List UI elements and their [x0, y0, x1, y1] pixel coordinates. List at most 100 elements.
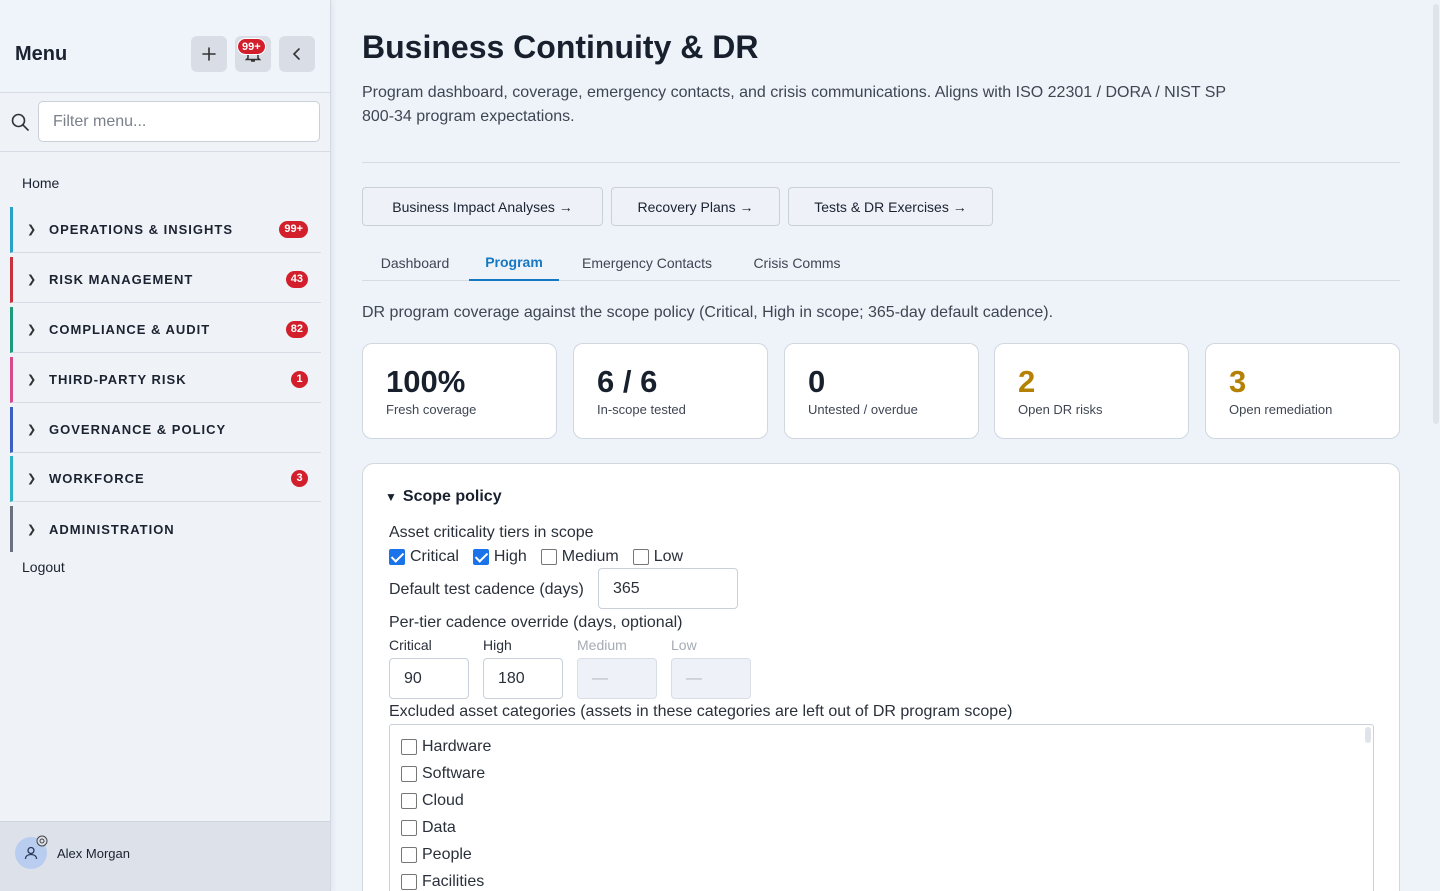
- checkbox-label: Hardware: [422, 738, 492, 755]
- kpi-card-untested-overdue: 0 Untested / overdue: [784, 343, 979, 439]
- notification-badge: 99+: [237, 38, 266, 55]
- coverage-description: DR program coverage against the scope po…: [362, 304, 1054, 321]
- tab-crisis-comms[interactable]: Crisis Comms: [732, 244, 862, 281]
- scope-policy-panel: ▼ Scope policy Asset criticality tiers in…: [362, 463, 1400, 891]
- checkbox-label: High: [493, 548, 527, 565]
- tier-low[interactable]: Low: [632, 548, 684, 566]
- filter-menu-input[interactable]: [38, 101, 320, 142]
- category-software[interactable]: Software: [401, 765, 485, 783]
- chevron-right-icon: ❯: [27, 374, 37, 386]
- count-badge: 1: [291, 371, 308, 388]
- nav-logout[interactable]: Logout: [22, 559, 65, 575]
- triangle-down-icon: ▼: [385, 490, 397, 504]
- checkbox-label: People: [422, 846, 472, 863]
- chevron-right-icon: ❯: [27, 424, 37, 436]
- checkbox-unchecked[interactable]: [401, 739, 417, 755]
- nav-group-third-party-risk[interactable]: ❯ THIRD-PARTY RISK 1: [10, 357, 321, 403]
- category-data[interactable]: Data: [401, 819, 456, 837]
- tests-dr-exercises-button[interactable]: Tests & DR Exercises →: [788, 187, 993, 226]
- checkbox-unchecked[interactable]: [401, 874, 417, 890]
- kpi-card-open-remediation: 3 Open remediation: [1205, 343, 1400, 439]
- page-title: Business Continuity & DR: [362, 29, 759, 65]
- scope-policy-title: Scope policy: [402, 488, 502, 505]
- nav-group-label: OPERATIONS & INSIGHTS: [49, 222, 233, 237]
- checkbox-checked[interactable]: [389, 549, 405, 565]
- override-label: Per-tier cadence override (days, optiona…: [389, 614, 683, 631]
- kpi-card-open-dr-risks: 2 Open DR risks: [994, 343, 1189, 439]
- kpi-card-in-scope-tested: 6 / 6 In-scope tested: [573, 343, 768, 439]
- user-name: Alex Morgan: [57, 846, 130, 861]
- gear-icon: [36, 835, 48, 847]
- checkbox-label: Critical: [410, 548, 459, 565]
- recovery-plans-button[interactable]: Recovery Plans →: [611, 187, 780, 226]
- tier-high[interactable]: High: [472, 548, 527, 566]
- filter-bar: [0, 93, 330, 152]
- checkbox-label: Low: [653, 548, 684, 565]
- count-badge: 3: [291, 470, 308, 487]
- checkbox-label: Facilities: [422, 873, 485, 890]
- nav-group-administration[interactable]: ❯ ADMINISTRATION: [10, 506, 321, 552]
- nav-group-workforce[interactable]: ❯ WORKFORCE 3: [10, 456, 321, 502]
- nav-group-governance-policy[interactable]: ❯ GOVERNANCE & POLICY: [10, 407, 321, 453]
- tab-emergency-contacts[interactable]: Emergency Contacts: [562, 244, 732, 281]
- tab-program[interactable]: Program: [469, 244, 559, 281]
- checkbox-unchecked[interactable]: [632, 549, 649, 565]
- tier-medium[interactable]: Medium: [540, 548, 619, 566]
- cadence-label: Default test cadence (days): [389, 581, 584, 598]
- kpi-label: Open DR risks: [1018, 402, 1103, 417]
- checkbox-unchecked[interactable]: [401, 793, 417, 809]
- nav-group-compliance-audit[interactable]: ❯ COMPLIANCE & AUDIT 82: [10, 307, 321, 353]
- nav-group-label: ADMINISTRATION: [49, 521, 175, 537]
- checkbox-unchecked[interactable]: [401, 847, 417, 863]
- scope-policy-toggle[interactable]: ▼ Scope policy: [385, 488, 502, 506]
- add-button[interactable]: [191, 36, 227, 72]
- tier-checkboxes: Critical High Medium Low: [389, 548, 697, 566]
- nav-group-risk-management[interactable]: ❯ RISK MANAGEMENT 43: [10, 257, 321, 303]
- chevron-right-icon: ❯: [27, 324, 37, 336]
- nav-group-operations-insights[interactable]: ❯ OPERATIONS & INSIGHTS 99+: [10, 207, 321, 253]
- sidebar: Menu 99+ Home ❯ OPERATIONS & INSIGHTS 99…: [0, 0, 331, 891]
- user-footer[interactable]: Alex Morgan: [0, 821, 330, 891]
- sidebar-header: Menu 99+: [0, 0, 330, 93]
- override-tier-label: Low: [671, 637, 697, 653]
- category-cloud[interactable]: Cloud: [401, 792, 464, 810]
- nav-group-label: THIRD-PARTY RISK: [49, 372, 187, 387]
- nav-group-label: RISK MANAGEMENT: [49, 272, 194, 287]
- chevron-right-icon: ❯: [27, 224, 37, 236]
- default-cadence-input[interactable]: 365: [598, 568, 738, 609]
- category-hardware[interactable]: Hardware: [401, 738, 491, 756]
- category-facilities[interactable]: Facilities: [401, 873, 484, 891]
- chevron-left-icon: [292, 48, 300, 60]
- low-override-input: —: [671, 658, 751, 699]
- count-badge: 43: [285, 271, 308, 288]
- nav-home[interactable]: Home: [22, 175, 59, 191]
- search-icon: [11, 113, 29, 131]
- count-badge: 82: [285, 321, 308, 338]
- checkbox-checked[interactable]: [472, 549, 489, 565]
- nav-group-label: GOVERNANCE & POLICY: [49, 422, 227, 437]
- checkbox-unchecked[interactable]: [401, 820, 417, 836]
- business-impact-analyses-button[interactable]: Business Impact Analyses →: [362, 187, 603, 226]
- kpi-label: Fresh coverage: [386, 402, 477, 417]
- excluded-categories-list[interactable]: Hardware Software Cloud Data People Faci…: [389, 724, 1374, 891]
- tab-bar: Dashboard Program Emergency Contacts Cri…: [362, 244, 1400, 281]
- medium-override-input: —: [577, 658, 657, 699]
- checkbox-unchecked[interactable]: [540, 549, 557, 565]
- checkbox-unchecked[interactable]: [401, 766, 417, 782]
- kpi-value: 6 / 6: [597, 364, 658, 399]
- checkbox-label: Medium: [561, 548, 619, 565]
- page-scrollbar-thumb[interactable]: [1433, 4, 1439, 424]
- tier-critical[interactable]: Critical: [389, 548, 459, 566]
- high-override-input[interactable]: 180: [483, 658, 563, 699]
- category-people[interactable]: People: [401, 846, 472, 864]
- kpi-label: In-scope tested: [597, 402, 686, 417]
- tab-dashboard[interactable]: Dashboard: [362, 244, 468, 281]
- checkbox-label: Software: [422, 765, 486, 782]
- sidebar-title: Menu: [15, 43, 68, 65]
- kpi-card-fresh-coverage: 100% Fresh coverage: [362, 343, 557, 439]
- scrollbar[interactable]: [1365, 727, 1371, 743]
- collapse-sidebar-button[interactable]: [279, 36, 315, 72]
- critical-override-input[interactable]: 90: [389, 658, 469, 699]
- page-description: Program dashboard, coverage, emergency c…: [362, 84, 1226, 125]
- chevron-right-icon: ❯: [27, 473, 37, 485]
